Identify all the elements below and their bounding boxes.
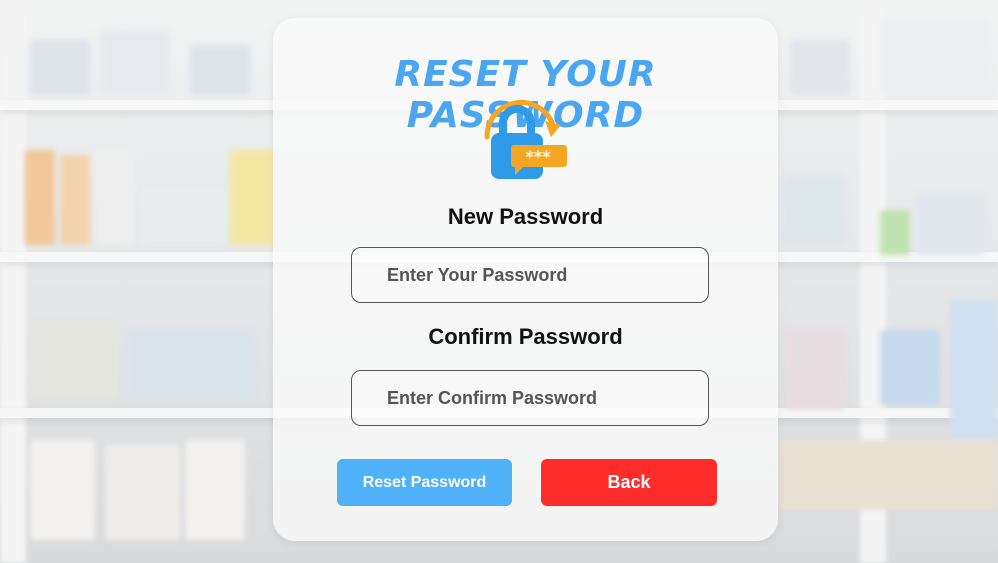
background-box	[140, 190, 230, 245]
background-pillar	[0, 0, 26, 563]
confirm-password-input[interactable]	[385, 386, 708, 410]
background-box	[785, 330, 845, 410]
background-box	[100, 30, 170, 95]
background-box	[790, 40, 850, 95]
background-box	[30, 440, 95, 540]
background-box	[125, 330, 255, 400]
refresh-arrow-head	[545, 121, 561, 137]
background-box	[230, 150, 275, 245]
background-box	[60, 155, 90, 245]
background-box	[25, 150, 55, 245]
background-box	[915, 195, 985, 255]
background-box	[880, 330, 940, 405]
background-box	[950, 300, 998, 440]
background-box	[95, 150, 135, 245]
background-box	[880, 210, 910, 255]
new-password-label: New Password	[447, 204, 604, 229]
reset-password-button[interactable]: Reset Password	[337, 459, 512, 506]
confirm-password-field	[351, 370, 709, 426]
background-box	[880, 20, 990, 95]
lock-reset-icon: ***	[484, 100, 567, 179]
background-box	[30, 320, 120, 400]
new-password-field	[351, 247, 709, 303]
password-mask-text: ***	[525, 147, 551, 166]
background-box	[30, 40, 90, 95]
background-box	[105, 445, 180, 540]
background-box	[185, 440, 245, 540]
background-box	[190, 45, 250, 95]
new-password-input[interactable]	[385, 263, 708, 287]
back-button[interactable]: Back	[541, 459, 717, 506]
lock-shackle	[499, 105, 535, 135]
background-counter	[780, 440, 998, 510]
background-box	[785, 175, 845, 245]
confirm-password-label: Confirm Password	[428, 324, 623, 349]
